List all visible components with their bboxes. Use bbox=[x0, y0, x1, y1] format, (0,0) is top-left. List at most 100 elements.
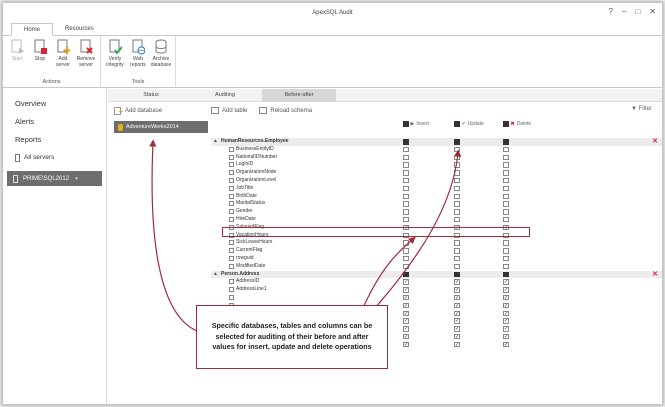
table-row[interactable]: ▲ HumanResources.Employee ✕ bbox=[211, 137, 662, 146]
insert-checkbox[interactable]: ✓ bbox=[403, 318, 409, 324]
collapse-icon[interactable]: ▲ bbox=[213, 271, 218, 279]
update-checkbox[interactable] bbox=[454, 170, 460, 176]
column-row[interactable]: HireDate bbox=[211, 216, 662, 224]
delete-checkbox[interactable]: ✓ bbox=[503, 326, 509, 332]
insert-checkbox[interactable] bbox=[403, 170, 409, 176]
delete-checkbox[interactable] bbox=[503, 209, 509, 215]
chevron-down-icon[interactable]: ▼ bbox=[74, 176, 79, 182]
column-row[interactable]: AddressLine1 ✓ ✓ ✓ bbox=[211, 286, 662, 294]
insert-checkbox[interactable] bbox=[403, 263, 409, 270]
collapse-icon[interactable]: ▲ bbox=[213, 138, 218, 146]
add-database-button[interactable]: + Add database bbox=[108, 102, 208, 119]
tab-status[interactable]: Status bbox=[114, 89, 188, 102]
insert-checkbox[interactable] bbox=[403, 146, 409, 153]
table-update-checkbox[interactable] bbox=[454, 139, 460, 145]
update-checkbox[interactable] bbox=[454, 263, 460, 270]
column-row[interactable]: OrganizationLevel bbox=[211, 177, 662, 185]
insert-checkbox[interactable]: ✓ bbox=[403, 279, 409, 285]
delete-checkbox[interactable]: ✓ bbox=[503, 287, 509, 293]
delete-checkbox[interactable] bbox=[503, 177, 509, 184]
column-row[interactable]: Gender bbox=[211, 208, 662, 216]
delete-checkbox[interactable] bbox=[503, 216, 509, 223]
column-row[interactable]: BirthDate bbox=[211, 193, 662, 201]
insert-checkbox[interactable] bbox=[403, 248, 409, 254]
delete-checkbox[interactable]: ✓ bbox=[503, 279, 509, 285]
insert-checkbox[interactable] bbox=[403, 193, 409, 200]
table-update-checkbox[interactable] bbox=[454, 271, 460, 278]
archive-database-button[interactable]: Archive database bbox=[151, 39, 171, 77]
column-row[interactable]: ✓ ✓ ✓ bbox=[211, 294, 662, 302]
delete-all-checkbox[interactable] bbox=[503, 121, 509, 127]
table-delete-checkbox[interactable] bbox=[503, 139, 509, 145]
start-button[interactable]: Start bbox=[7, 39, 27, 77]
update-checkbox[interactable] bbox=[454, 185, 460, 192]
update-checkbox[interactable] bbox=[454, 177, 460, 184]
update-checkbox[interactable]: ✓ bbox=[454, 341, 460, 348]
help-icon[interactable]: ? bbox=[609, 7, 613, 16]
delete-checkbox[interactable] bbox=[503, 193, 509, 200]
web-reports-button[interactable]: Web reports bbox=[128, 39, 148, 77]
filter-button[interactable]: ▼ Filter bbox=[631, 106, 652, 112]
insert-checkbox[interactable] bbox=[403, 216, 409, 223]
remove-table-icon[interactable]: ✕ bbox=[652, 270, 658, 278]
update-checkbox[interactable]: ✓ bbox=[454, 294, 460, 301]
update-checkbox[interactable]: ✓ bbox=[454, 302, 460, 309]
update-checkbox[interactable]: ✓ bbox=[454, 279, 460, 285]
delete-checkbox[interactable] bbox=[503, 154, 509, 161]
delete-checkbox[interactable] bbox=[503, 248, 509, 254]
update-checkbox[interactable] bbox=[454, 154, 460, 161]
remove-server-button[interactable]: Remove server bbox=[76, 39, 96, 77]
insert-checkbox[interactable] bbox=[403, 154, 409, 161]
update-all-checkbox[interactable] bbox=[454, 121, 460, 127]
minimize-icon[interactable]: – bbox=[622, 7, 626, 16]
update-checkbox[interactable] bbox=[454, 255, 460, 262]
update-checkbox[interactable] bbox=[454, 216, 460, 223]
column-row[interactable]: AddressID ✓ ✓ ✓ bbox=[211, 278, 662, 286]
column-row[interactable]: LoginID bbox=[211, 161, 662, 169]
update-checkbox[interactable] bbox=[454, 209, 460, 215]
column-row[interactable]: SickLeaveHours bbox=[211, 239, 662, 247]
insert-checkbox[interactable] bbox=[403, 240, 409, 246]
delete-checkbox[interactable]: ✓ bbox=[503, 310, 509, 317]
insert-checkbox[interactable] bbox=[403, 177, 409, 184]
column-row[interactable]: MaritalStatus bbox=[211, 200, 662, 208]
insert-checkbox[interactable]: ✓ bbox=[403, 326, 409, 332]
tab-auditing[interactable]: Auditing bbox=[188, 89, 262, 102]
update-checkbox[interactable]: ✓ bbox=[454, 310, 460, 317]
update-checkbox[interactable]: ✓ bbox=[454, 287, 460, 293]
insert-checkbox[interactable] bbox=[403, 185, 409, 192]
table-row[interactable]: ▲ Person.Address ✕ bbox=[211, 270, 662, 279]
sidebar-item-alerts[interactable]: Alerts bbox=[3, 113, 106, 131]
column-row[interactable]: rowguid bbox=[211, 255, 662, 263]
update-checkbox[interactable]: ✓ bbox=[454, 326, 460, 332]
reload-schema-button[interactable]: Reload schema bbox=[259, 107, 312, 114]
update-checkbox[interactable] bbox=[454, 162, 460, 168]
column-row[interactable]: JobTitle bbox=[211, 185, 662, 193]
tab-before-after[interactable]: Before-after bbox=[262, 88, 336, 102]
insert-checkbox[interactable] bbox=[403, 209, 409, 215]
insert-checkbox[interactable] bbox=[403, 255, 409, 262]
insert-checkbox[interactable]: ✓ bbox=[403, 310, 409, 317]
column-row[interactable]: NationalIDNumber bbox=[211, 154, 662, 162]
delete-checkbox[interactable] bbox=[503, 240, 509, 246]
update-checkbox[interactable]: ✓ bbox=[454, 318, 460, 324]
insert-checkbox[interactable]: ✓ bbox=[403, 341, 409, 348]
update-checkbox[interactable] bbox=[454, 240, 460, 246]
update-checkbox[interactable] bbox=[454, 201, 460, 207]
delete-checkbox[interactable] bbox=[503, 146, 509, 153]
insert-checkbox[interactable]: ✓ bbox=[403, 302, 409, 309]
close-icon[interactable]: ✕ bbox=[649, 7, 656, 16]
sidebar-item-all-servers[interactable]: All servers bbox=[3, 149, 106, 167]
tab-home[interactable]: Home bbox=[11, 23, 54, 36]
table-insert-checkbox[interactable] bbox=[403, 271, 409, 278]
insert-checkbox[interactable] bbox=[403, 162, 409, 168]
table-delete-checkbox[interactable] bbox=[503, 271, 509, 278]
remove-table-icon[interactable]: ✕ bbox=[652, 137, 658, 145]
database-item[interactable]: AdventureWorks2014 bbox=[114, 121, 208, 133]
column-row[interactable]: BusinessEntityID bbox=[211, 146, 662, 154]
delete-checkbox[interactable] bbox=[503, 201, 509, 207]
delete-checkbox[interactable] bbox=[503, 170, 509, 176]
verify-integrity-button[interactable]: Verify integrity bbox=[105, 39, 125, 77]
add-table-button[interactable]: Add table bbox=[211, 107, 247, 114]
update-checkbox[interactable] bbox=[454, 193, 460, 200]
